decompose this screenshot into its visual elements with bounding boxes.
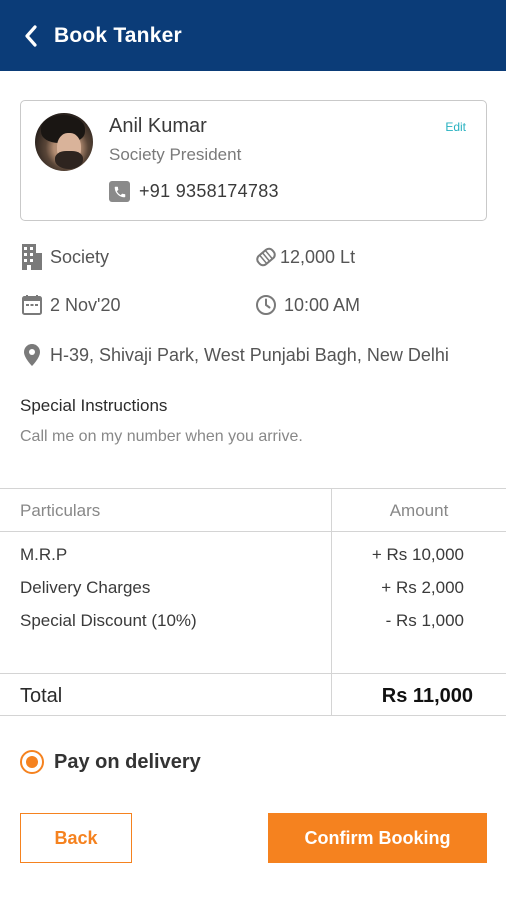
particulars-header: Particulars <box>20 501 101 520</box>
tanker-quantity: 12,000 Lt <box>254 245 355 269</box>
special-instructions-title: Special Instructions <box>20 396 168 415</box>
app-header: Book Tanker <box>0 0 506 71</box>
calendar-icon <box>20 293 44 317</box>
property-type-label: Society <box>50 246 110 267</box>
avatar <box>35 113 93 171</box>
booking-date: 2 Nov'20 <box>20 293 120 317</box>
table-row-label: Delivery Charges <box>20 578 151 597</box>
table-row-label: Special Discount (10%) <box>20 611 197 630</box>
pricing-table: Particulars Amount M.R.P + Rs 10,000 Del… <box>0 488 506 716</box>
table-row-value: - Rs 1,000 <box>385 611 464 630</box>
amount-header: Amount <box>389 501 449 520</box>
profile-name: Anil Kumar <box>109 115 207 137</box>
phone-icon <box>109 181 130 202</box>
total-value: Rs 11,000 <box>381 685 473 707</box>
edit-profile-link[interactable]: Edit <box>445 120 466 134</box>
special-instructions-text: Call me on my number when you arrive. <box>20 428 303 445</box>
property-type: Society <box>20 244 110 270</box>
pay-on-delivery-radio[interactable] <box>20 750 44 774</box>
table-row-label: M.R.P <box>20 545 68 564</box>
table-row-value: + Rs 10,000 <box>371 545 464 564</box>
booking-time-label: 10:00 AM <box>284 294 361 315</box>
tanker-quantity-label: 12,000 Lt <box>280 246 356 267</box>
page-title: Book Tanker <box>54 23 182 47</box>
delivery-address-label: H-39, Shivaji Park, West Punjabi Bagh, N… <box>50 344 449 365</box>
total-label: Total <box>20 685 63 707</box>
location-pin-icon <box>20 343 44 367</box>
profile-role: Society President <box>109 145 242 164</box>
pay-on-delivery-option[interactable]: Pay on delivery <box>20 750 201 774</box>
delivery-address: H-39, Shivaji Park, West Punjabi Bagh, N… <box>20 343 449 367</box>
confirm-booking-button[interactable]: Confirm Booking <box>268 813 487 863</box>
building-icon <box>20 244 44 270</box>
tanker-icon <box>254 245 278 269</box>
booking-time: 10:00 AM <box>254 293 360 317</box>
phone-row: +91 9358174783 <box>109 181 279 202</box>
pay-on-delivery-label: Pay on delivery <box>54 750 201 773</box>
profile-card: Anil Kumar Society President Edit +91 93… <box>20 100 487 221</box>
phone-number: +91 9358174783 <box>139 181 279 201</box>
clock-icon <box>254 293 278 317</box>
table-row-value: + Rs 2,000 <box>381 578 464 597</box>
back-button[interactable]: Back <box>20 813 132 863</box>
booking-date-label: 2 Nov'20 <box>50 294 121 315</box>
chevron-left-icon[interactable] <box>14 19 48 53</box>
